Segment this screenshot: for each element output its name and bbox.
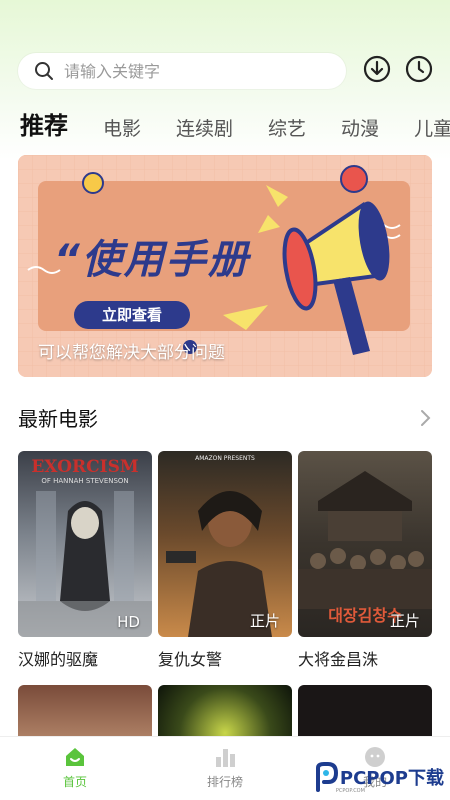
- quality-badge: 正片: [389, 612, 420, 630]
- movie-poster[interactable]: AMAZON PRESENTS 正片: [158, 451, 292, 637]
- movie-card[interactable]: AMAZON PRESENTS 正片 复仇女警: [158, 451, 292, 670]
- search-icon: [35, 62, 53, 80]
- nav-ranking[interactable]: 排行榜: [150, 737, 300, 800]
- section-title: 最新电影: [18, 407, 98, 431]
- clock-icon[interactable]: [404, 54, 434, 84]
- movie-title[interactable]: 复仇女警: [158, 646, 292, 670]
- quality-badge: HD: [117, 613, 140, 631]
- latest-movies-header: 最新电影: [18, 403, 432, 432]
- nav-label: 排行榜: [206, 775, 243, 789]
- tab-movies[interactable]: 电影: [103, 114, 141, 141]
- chart-icon: [216, 749, 235, 767]
- movie-title[interactable]: 汉娜的驱魔: [18, 646, 152, 670]
- site-watermark: PCPOP下载 PCPOP.COM: [314, 762, 444, 794]
- movie-list: EXORCISM OF HANNAH STEVENSON HD 汉娜的驱魔 AM…: [18, 451, 438, 670]
- movie-card[interactable]: 대장김창수 正片 大将金昌洙: [298, 451, 432, 670]
- tab-kids[interactable]: 儿童: [414, 114, 450, 141]
- movie-poster[interactable]: 대장김창수 正片: [298, 451, 432, 637]
- tab-series[interactable]: 连续剧: [176, 114, 233, 141]
- banner-headline: “使用手册: [54, 237, 250, 283]
- tab-variety[interactable]: 综艺: [268, 114, 306, 141]
- movie-title[interactable]: 大将金昌洙: [298, 646, 432, 670]
- tab-recommend[interactable]: 推荐: [20, 106, 68, 141]
- quality-badge: 正片: [249, 612, 280, 630]
- search-input[interactable]: [64, 61, 304, 81]
- pcpop-logo: [315, 762, 338, 792]
- home-icon: [66, 748, 84, 766]
- banner-view-button[interactable]: 立即查看: [74, 301, 190, 329]
- poster-presenter: AMAZON PRESENTS: [195, 455, 255, 462]
- download-icon[interactable]: [362, 54, 392, 84]
- nav-home[interactable]: 首页: [0, 737, 150, 800]
- nav-label: 首页: [62, 775, 87, 789]
- category-tabs: 推荐 电影 连续剧 综艺 动漫 儿童: [20, 106, 450, 141]
- search-box[interactable]: [18, 53, 346, 89]
- poster-subtitle: OF HANNAH STEVENSON: [41, 477, 129, 485]
- tab-anime[interactable]: 动漫: [341, 114, 379, 141]
- promo-banner[interactable]: “使用手册 立即查看 可以帮您解决大部分问题: [18, 155, 432, 377]
- chevron-right-icon[interactable]: [418, 409, 432, 427]
- poster-title: EXORCISM: [31, 457, 139, 477]
- watermark-subtext: PCPOP.COM: [335, 788, 365, 794]
- watermark-text: PCPOP下载: [339, 768, 444, 789]
- search-row: [18, 52, 438, 90]
- movie-card[interactable]: EXORCISM OF HANNAH STEVENSON HD 汉娜的驱魔: [18, 451, 152, 670]
- movie-poster[interactable]: EXORCISM OF HANNAH STEVENSON HD: [18, 451, 152, 637]
- banner-caption: 可以帮您解决大部分问题: [38, 343, 225, 363]
